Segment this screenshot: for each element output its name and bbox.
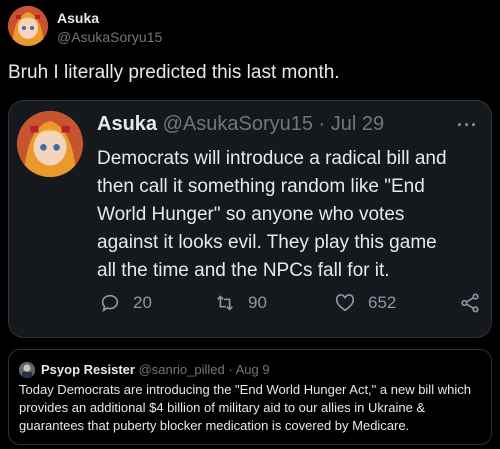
tweet-text: Bruh I literally predicted this last mon… bbox=[8, 62, 340, 83]
quoted-tweet-text: Democrats will introduce a radical bill … bbox=[97, 148, 447, 281]
author-name[interactable]: Asuka bbox=[57, 10, 99, 26]
author-handle[interactable]: @AsukaSoryu15 bbox=[57, 29, 162, 45]
nested-date[interactable]: Aug 9 bbox=[236, 362, 270, 377]
nested-quote-card[interactable]: Psyop Resister @sanrio_pilled · Aug 9 To… bbox=[8, 349, 492, 445]
quoted-date[interactable]: Jul 29 bbox=[331, 113, 384, 135]
quoted-author-handle[interactable]: @AsukaSoryu15 bbox=[163, 113, 313, 135]
reply-icon bbox=[101, 294, 119, 313]
retweet-count: 90 bbox=[248, 293, 267, 312]
author-avatar[interactable] bbox=[8, 6, 48, 46]
like-count: 652 bbox=[368, 293, 397, 312]
avatar-illustration bbox=[17, 111, 83, 177]
avatar-illustration bbox=[8, 6, 48, 46]
retweet-action[interactable]: 90 bbox=[214, 292, 267, 314]
nested-author-handle[interactable]: @sanrio_pilled bbox=[139, 362, 225, 377]
share-icon bbox=[461, 293, 479, 313]
nested-author-avatar[interactable] bbox=[19, 362, 35, 378]
header-separator: · bbox=[228, 362, 233, 377]
more-icon[interactable]: ··· bbox=[457, 115, 478, 136]
share-action[interactable] bbox=[459, 292, 481, 314]
nested-author-name[interactable]: Psyop Resister bbox=[41, 362, 135, 377]
like-action[interactable]: 652 bbox=[334, 292, 396, 314]
header-separator: · bbox=[318, 113, 326, 135]
reply-action[interactable]: 20 bbox=[99, 292, 152, 314]
nested-header: Psyop Resister @sanrio_pilled · Aug 9 bbox=[41, 362, 270, 377]
quoted-author-name[interactable]: Asuka bbox=[97, 113, 157, 135]
quoted-header: Asuka @AsukaSoryu15 · Jul 29 bbox=[97, 113, 384, 136]
retweet-icon bbox=[217, 295, 233, 311]
nested-tweet-text: Today Democrats are introducing the "End… bbox=[19, 382, 471, 433]
avatar-illustration bbox=[19, 362, 35, 378]
reply-count: 20 bbox=[133, 293, 152, 312]
quoted-tweet-card[interactable]: Asuka @AsukaSoryu15 · Jul 29 ··· Democra… bbox=[8, 100, 492, 338]
quoted-author-avatar[interactable] bbox=[17, 111, 83, 177]
like-icon bbox=[335, 294, 355, 312]
